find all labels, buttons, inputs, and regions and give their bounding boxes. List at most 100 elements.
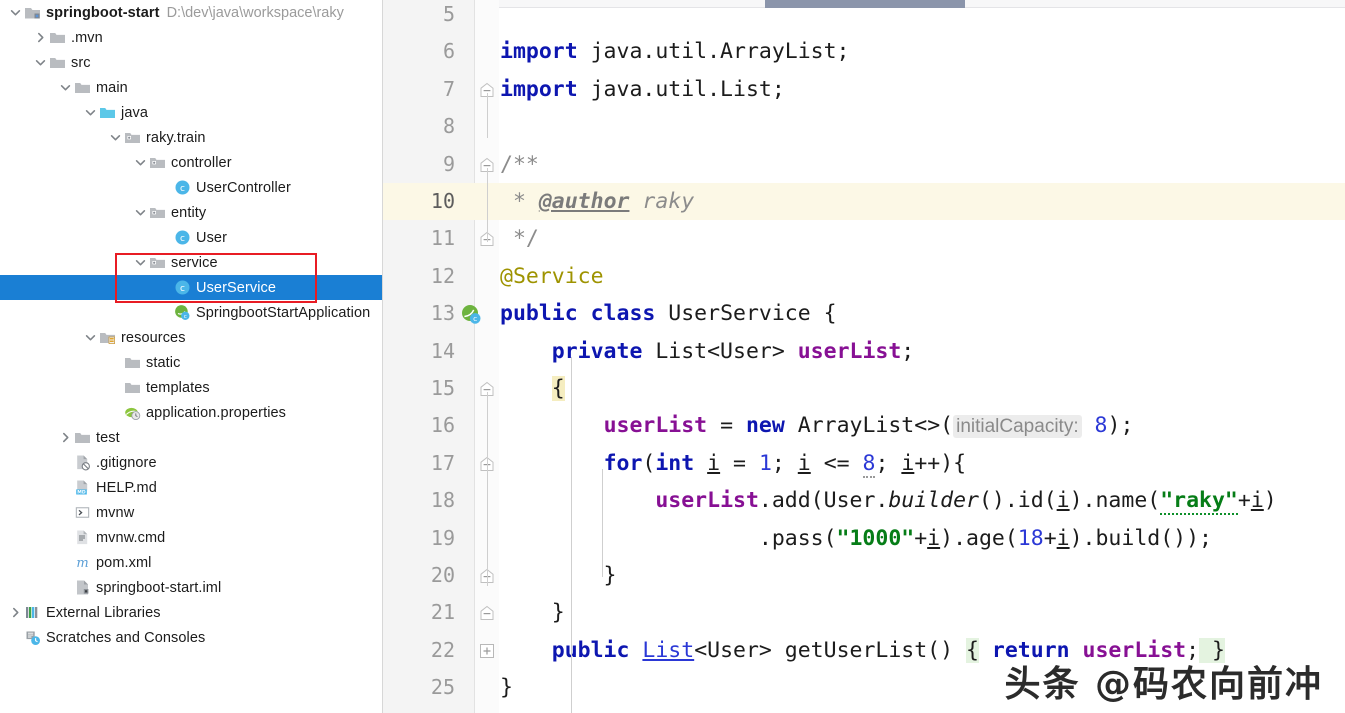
code-line[interactable]: 14 private List<User> userList; (383, 333, 1345, 370)
module-file-icon (74, 579, 91, 596)
svg-text:c: c (184, 314, 187, 320)
tree-node-pom-xml[interactable]: m pom.xml (0, 550, 382, 575)
tree-node-help-md[interactable]: MD HELP.md (0, 475, 382, 500)
tree-node-springbootstartapplication[interactable]: c SpringbootStartApplication (0, 300, 382, 325)
line-number: 15 (430, 376, 455, 400)
project-tool-window[interactable]: springboot-start D:\dev\java\workspace\ra… (0, 0, 383, 713)
chevron-down-icon[interactable] (133, 205, 148, 220)
code-line[interactable]: 13 c public class UserService { (383, 295, 1345, 332)
code-editor[interactable]: 5 6 import java.util.ArrayList; 7 import jav… (383, 0, 1345, 713)
code-line[interactable]: 15 { (383, 370, 1345, 407)
indent-guide (487, 92, 488, 138)
tree-node-resources[interactable]: resources (0, 325, 382, 350)
maven-icon: m (74, 554, 91, 571)
tree-node-label: java (121, 104, 148, 121)
tree-node-label: static (146, 354, 181, 371)
code-lines[interactable]: 5 6 import java.util.ArrayList; 7 import jav… (383, 0, 1345, 713)
project-tree[interactable]: springboot-start D:\dev\java\workspace\ra… (0, 0, 382, 650)
code-line[interactable]: 12 @Service (383, 258, 1345, 295)
code-line[interactable]: 20 } (383, 557, 1345, 594)
tree-node-application-properties[interactable]: application.properties (0, 400, 382, 425)
line-number: 12 (430, 263, 455, 288)
chevron-right-icon[interactable] (8, 605, 23, 620)
code-text: */ (500, 226, 539, 252)
tree-node-label: mvnw.cmd (96, 529, 166, 546)
line-number: 17 (430, 450, 455, 475)
tree-node-mvnw-cmd[interactable]: mvnw.cmd (0, 525, 382, 550)
tree-node-external-libraries[interactable]: External Libraries (0, 600, 382, 625)
code-line[interactable]: 26 (383, 707, 1345, 713)
code-line[interactable]: 6 import java.util.ArrayList; (383, 33, 1345, 70)
tree-node-label: SpringbootStartApplication (196, 304, 371, 321)
tree-node-main[interactable]: main (0, 75, 382, 100)
tree-node-gitignore[interactable]: .gitignore (0, 450, 382, 475)
line-number: 25 (430, 675, 455, 700)
spring-bean-icon[interactable]: c (461, 304, 482, 325)
code-line[interactable]: 17 for(int i = 1; i <= 8; i++){ (383, 445, 1345, 482)
code-line[interactable]: 8 (383, 108, 1345, 145)
tree-node-java[interactable]: java (0, 100, 382, 125)
package-icon (149, 254, 166, 271)
shell-script-icon (74, 504, 91, 521)
fold-expand-icon[interactable] (479, 643, 495, 659)
code-line[interactable]: 16 userList = new ArrayList<>(initialCap… (383, 407, 1345, 444)
folder-icon (49, 29, 66, 46)
line-number: 26 (383, 707, 455, 713)
tree-node-entity[interactable]: entity (0, 200, 382, 225)
tree-node-label: resources (121, 329, 186, 346)
code-line[interactable]: 21 } (383, 594, 1345, 631)
source-root-icon (99, 104, 116, 121)
tree-node-raky-train[interactable]: raky.train (0, 125, 382, 150)
tree-node-userservice[interactable]: c UserService (0, 275, 382, 300)
tree-node-user[interactable]: c User (0, 225, 382, 250)
tree-node-springboot-start-iml[interactable]: springboot-start.iml (0, 575, 382, 600)
chevron-down-icon[interactable] (8, 5, 23, 20)
code-line[interactable]: 11 */ (383, 220, 1345, 257)
chevron-down-icon[interactable] (58, 80, 73, 95)
tree-node-label: templates (146, 379, 210, 396)
chevron-down-icon[interactable] (133, 155, 148, 170)
tree-node-service[interactable]: service (0, 250, 382, 275)
tree-node-springboot-start[interactable]: springboot-start D:\dev\java\workspace\ra… (0, 0, 382, 25)
tree-node-label: HELP.md (96, 479, 157, 496)
java-class-icon: c (174, 179, 191, 196)
chevron-down-icon[interactable] (83, 105, 98, 120)
tree-node-static[interactable]: static (0, 350, 382, 375)
tree-node-label: .mvn (71, 29, 103, 46)
tree-node-label: src (71, 54, 91, 71)
chevron-down-icon[interactable] (83, 330, 98, 345)
tree-node-src[interactable]: src (0, 50, 382, 75)
indent-guide (571, 356, 572, 713)
tree-node-label: .gitignore (96, 454, 157, 471)
indent-guide (487, 392, 488, 587)
code-line[interactable]: 18 userList.add(User.builder().id(i).nam… (383, 482, 1345, 519)
code-text: for(int i = 1; i <= 8; i++){ (603, 450, 967, 478)
fold-collapse-icon[interactable] (479, 605, 495, 621)
code-line[interactable]: 5 (383, 0, 1345, 33)
code-line[interactable]: 19 .pass("1000"+i).age(18+i).build()); (383, 520, 1345, 557)
tree-node-test[interactable]: test (0, 425, 382, 450)
chevron-right-icon[interactable] (33, 30, 48, 45)
tree-node-mvn[interactable]: .mvn (0, 25, 382, 50)
code-line[interactable]: 7 import java.util.List; (383, 71, 1345, 108)
code-line[interactable]: 10 * @author raky (383, 183, 1345, 221)
code-text: userList.add(User.builder().id(i).name("… (655, 488, 1277, 516)
tree-node-templates[interactable]: templates (0, 375, 382, 400)
svg-text:c: c (180, 184, 185, 194)
tree-node-usercontroller[interactable]: c UserController (0, 175, 382, 200)
code-line[interactable]: 9 /** (383, 146, 1345, 183)
tree-node-scratches-and-consoles[interactable]: Scratches and Consoles (0, 625, 382, 650)
tree-node-label: UserController (196, 179, 291, 196)
tree-node-controller[interactable]: controller (0, 150, 382, 175)
chevron-right-icon[interactable] (58, 430, 73, 445)
tree-node-mvnw[interactable]: mvnw (0, 500, 382, 525)
chevron-down-icon[interactable] (108, 130, 123, 145)
ide-window: springboot-start D:\dev\java\workspace\ra… (0, 0, 1345, 713)
chevron-down-icon[interactable] (33, 55, 48, 70)
cmd-file-icon (74, 529, 91, 546)
chevron-down-icon[interactable] (133, 255, 148, 270)
